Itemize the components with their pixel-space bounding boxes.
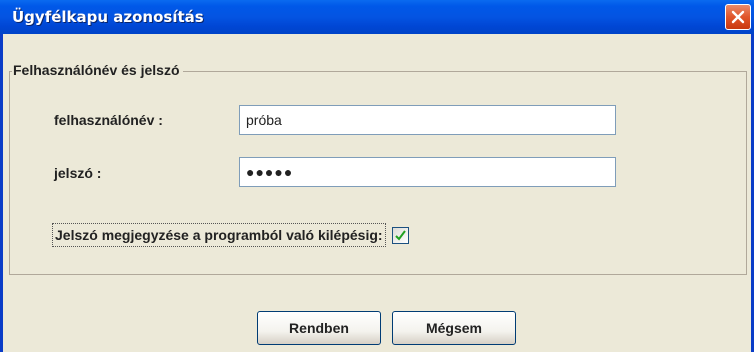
password-label: jelszó : — [54, 165, 102, 181]
username-label: felhasználónév : — [54, 112, 163, 128]
password-input[interactable]: ●●●●● — [239, 157, 616, 187]
remember-password-label[interactable]: Jelszó megjegyzése a programból való kil… — [52, 223, 386, 247]
title-bar[interactable]: Ügyfélkapu azonosítás — [0, 0, 754, 34]
close-button[interactable] — [725, 4, 751, 30]
username-value: próba — [246, 112, 282, 128]
close-icon — [731, 10, 745, 24]
password-value: ●●●●● — [246, 164, 294, 180]
username-input[interactable]: próba — [239, 105, 616, 135]
remember-password-row: Jelszó megjegyzése a programból való kil… — [52, 222, 409, 248]
credentials-group-legend: Felhasználónév és jelszó — [12, 62, 183, 78]
window-title: Ügyfélkapu azonosítás — [12, 8, 204, 26]
ok-button[interactable]: Rendben — [257, 311, 381, 345]
checkmark-icon — [394, 229, 406, 241]
remember-password-checkbox[interactable] — [391, 226, 409, 244]
cancel-button[interactable]: Mégsem — [392, 311, 516, 345]
